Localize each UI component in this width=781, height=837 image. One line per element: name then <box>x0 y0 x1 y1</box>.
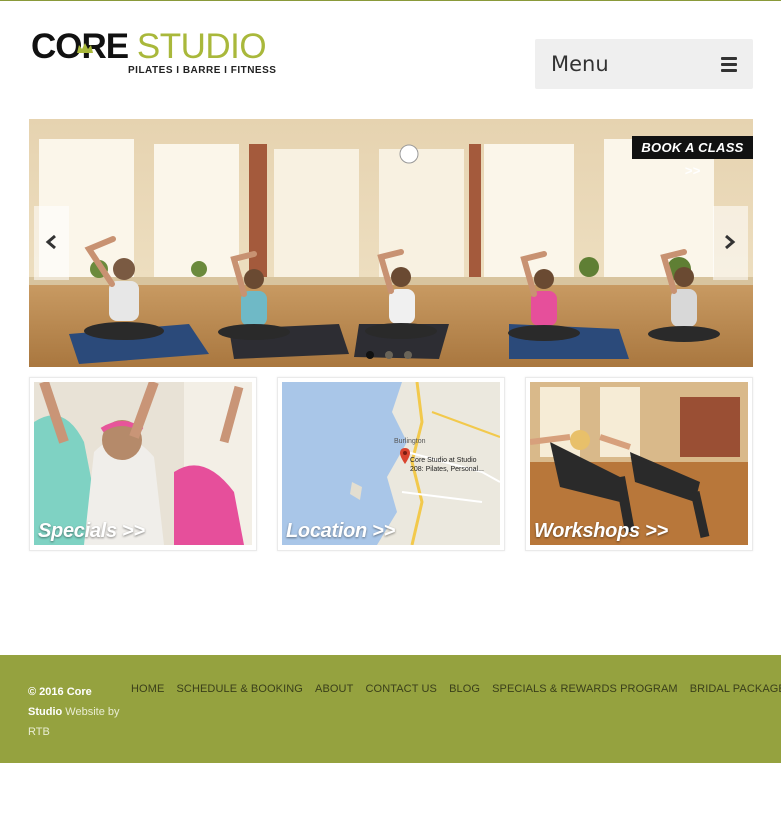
site-footer: © 2016 Core Studio Website by RTB HOME S… <box>0 655 781 763</box>
crown-icon <box>77 43 93 53</box>
hamburger-icon <box>721 57 737 72</box>
slider-prev-button[interactable] <box>34 206 69 280</box>
hero-slider: BOOK A CLASS >> <box>29 119 753 367</box>
footer-link-blog[interactable]: BLOG <box>449 683 480 695</box>
footer-link-home[interactable]: HOME <box>131 683 164 695</box>
site-logo[interactable]: CORE STUDIO PILATES I BARRE I FITNESS <box>31 29 276 78</box>
map-pin-label: Core Studio at Studio 208: Pilates, Pers… <box>410 456 484 474</box>
slider-dots <box>366 346 423 359</box>
footer-link-about[interactable]: ABOUT <box>315 683 353 695</box>
credit-link[interactable]: RTB <box>28 726 50 738</box>
slider-dot[interactable] <box>404 351 412 359</box>
workshops-tile[interactable]: Workshops >> <box>525 377 753 551</box>
logo-wordmark: CORE STUDIO <box>31 27 267 66</box>
slider-next-button[interactable] <box>713 206 748 280</box>
logo-tagline: PILATES I BARRE I FITNESS <box>128 65 277 76</box>
footer-link-contact[interactable]: CONTACT US <box>366 683 438 695</box>
menu-button[interactable]: Menu <box>535 39 753 89</box>
map-pin-line-2: 208: Pilates, Personal... <box>410 466 484 473</box>
tile-label: Specials >> <box>38 520 145 542</box>
footer-link-bridal[interactable]: BRIDAL PACKAGES <box>690 683 781 695</box>
menu-label: Menu <box>551 52 609 76</box>
logo-studio-text: STUDIO <box>136 27 267 66</box>
specials-tile[interactable]: Specials >> <box>29 377 257 551</box>
slider-dot[interactable] <box>366 351 374 359</box>
footer-copyright: © 2016 Core Studio Website by RTB <box>28 682 128 742</box>
chevron-right-icon <box>725 234 736 250</box>
footer-link-schedule[interactable]: SCHEDULE & BOOKING <box>176 683 303 695</box>
credit-prefix: Website by <box>65 706 120 718</box>
book-class-button[interactable]: BOOK A CLASS >> <box>632 136 753 178</box>
top-border <box>0 0 781 1</box>
footer-link-specials[interactable]: SPECIALS & REWARDS PROGRAM <box>492 683 678 695</box>
map-place-label: Burlington <box>394 438 426 445</box>
location-tile[interactable]: Burlington Core Studio at Studio 208: Pi… <box>277 377 505 551</box>
chevron-left-icon <box>45 234 56 250</box>
tile-label: Location >> <box>286 520 395 542</box>
footer-nav: HOME SCHEDULE & BOOKING ABOUT CONTACT US… <box>131 683 781 695</box>
slider-dot[interactable] <box>385 351 393 359</box>
map-pin-icon <box>400 448 410 464</box>
tile-label: Workshops >> <box>534 520 668 542</box>
map-pin-line-1: Core Studio at Studio <box>410 457 477 464</box>
